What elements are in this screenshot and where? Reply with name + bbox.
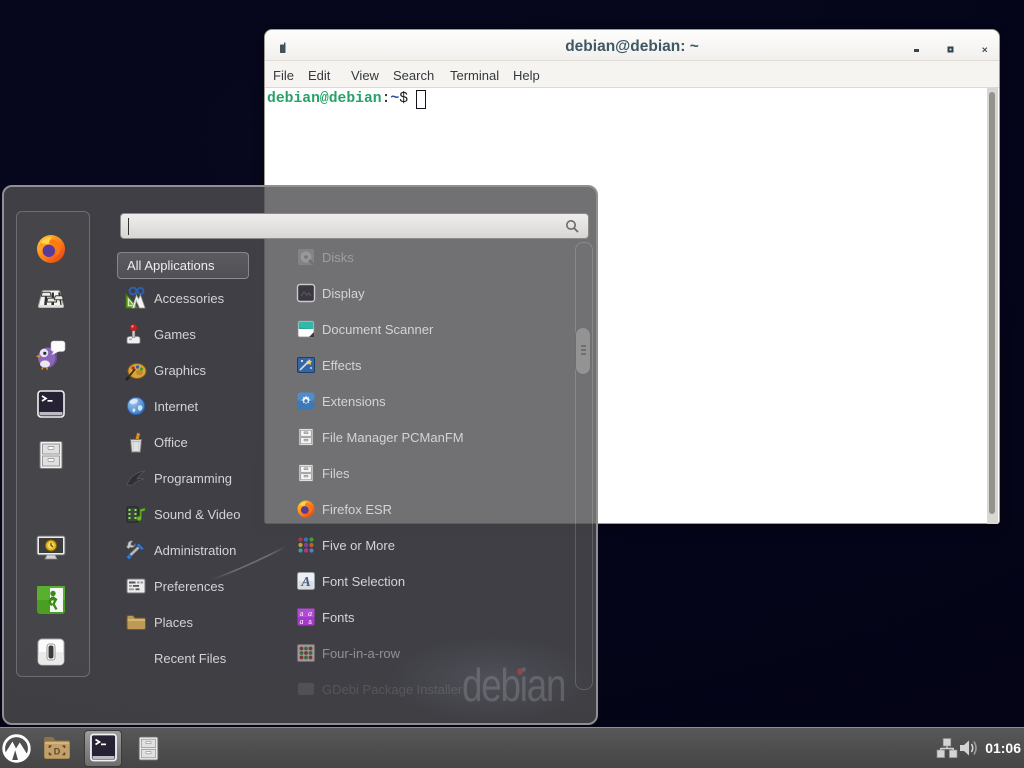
svg-text:a: a [300,617,304,626]
svg-text:D: D [54,747,61,757]
svg-text:a: a [308,617,312,626]
svg-text:A: A [300,575,310,590]
